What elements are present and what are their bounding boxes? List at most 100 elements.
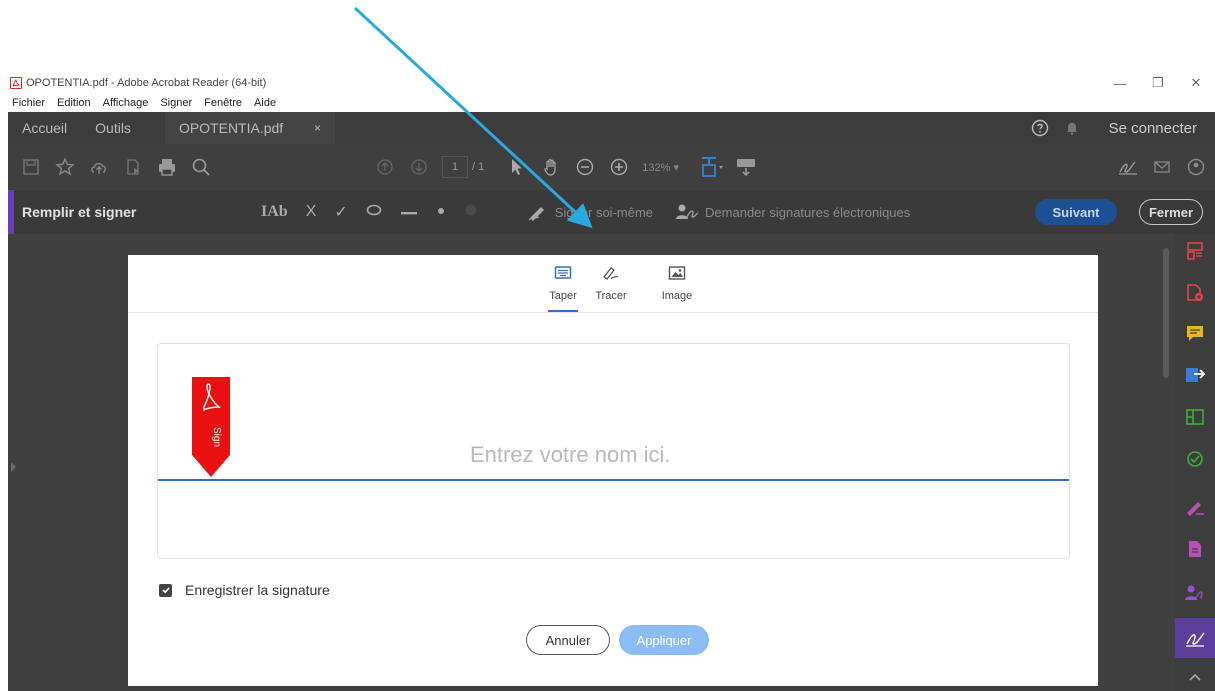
collapse-panel-chevron-icon[interactable] xyxy=(1182,664,1208,690)
menu-edit[interactable]: Edition xyxy=(57,97,91,109)
sign-in-link[interactable]: Se connecter xyxy=(1109,120,1197,137)
title-bar: OPOTENTIA.pdf - Adobe Acrobat Reader (64… xyxy=(8,72,1215,94)
next-page-icon[interactable] xyxy=(402,150,436,184)
menu-help[interactable]: Aide xyxy=(254,97,276,109)
signature-input-area[interactable]: Sign Entrez votre nom ici. xyxy=(157,343,1070,559)
tab-document[interactable]: OPOTENTIA.pdf × xyxy=(164,112,335,144)
acrobat-app-icon xyxy=(10,77,22,89)
dot-tool-icon[interactable] xyxy=(436,203,446,221)
menu-file[interactable]: Fichier xyxy=(12,97,45,109)
window-controls: — ❐ ✕ xyxy=(1101,72,1215,94)
signature-dialog: Taper Tracer Image Sign Entrez votre nom… xyxy=(128,255,1098,686)
print-icon[interactable] xyxy=(150,150,184,184)
zoom-level-select[interactable]: 132% ▾ xyxy=(642,161,679,174)
minimize-button[interactable]: — xyxy=(1101,72,1139,94)
sign-ribbon-icon: Sign xyxy=(192,377,230,477)
line-tool-icon[interactable] xyxy=(400,203,418,221)
tab-image[interactable]: Image xyxy=(647,265,707,302)
keyboard-scroll-icon[interactable] xyxy=(729,150,763,184)
close-button[interactable]: Fermer xyxy=(1139,199,1203,225)
user-account-icon[interactable] xyxy=(1179,150,1213,184)
left-panel-expand-icon[interactable] xyxy=(11,462,16,472)
cloud-upload-icon[interactable] xyxy=(82,150,116,184)
image-icon xyxy=(668,266,686,280)
email-icon[interactable] xyxy=(1145,150,1179,184)
menu-bar: Fichier Edition Affichage Signer Fenêtre… xyxy=(8,94,1215,111)
select-cursor-icon[interactable] xyxy=(500,150,534,184)
zoom-in-icon[interactable] xyxy=(602,150,636,184)
ribbon-sign-text: Sign xyxy=(211,427,222,447)
signature-mode-tabs: Taper Tracer Image xyxy=(128,255,1098,313)
help-icon[interactable] xyxy=(1029,117,1051,139)
protect-document-icon[interactable] xyxy=(1182,536,1208,562)
save-signature-label: Enregistrer la signature xyxy=(185,582,330,598)
edit-pdf-icon[interactable] xyxy=(1182,404,1208,430)
tab-draw-label: Tracer xyxy=(595,290,627,302)
close-window-button[interactable]: ✕ xyxy=(1177,72,1215,94)
share-file-icon[interactable] xyxy=(116,150,150,184)
next-button[interactable]: Suivant xyxy=(1035,199,1117,225)
create-pdf-icon[interactable] xyxy=(1182,280,1208,306)
color-swatch-icon[interactable] xyxy=(464,203,478,222)
request-signature-panel-icon[interactable] xyxy=(1182,580,1208,606)
tab-close-icon[interactable]: × xyxy=(314,121,321,135)
tab-document-label: OPOTENTIA.pdf xyxy=(178,120,284,136)
check-mark-tool[interactable]: ✓ xyxy=(334,202,347,222)
add-text-tool[interactable]: IAb xyxy=(261,203,288,221)
right-tools-panel xyxy=(1175,234,1215,691)
request-signatures-button[interactable]: Demander signatures électroniques xyxy=(675,202,910,222)
zoom-level-value: 132% xyxy=(642,161,671,174)
signature-baseline xyxy=(158,479,1069,481)
tab-home[interactable]: Accueil xyxy=(8,112,81,144)
cancel-button[interactable]: Annuler xyxy=(526,625,610,655)
send-track-icon[interactable] xyxy=(1182,446,1208,472)
tab-bar: Accueil Outils OPOTENTIA.pdf × Se connec… xyxy=(8,112,1215,144)
save-signature-checkbox[interactable] xyxy=(159,583,172,597)
fill-sign-tool-icon[interactable] xyxy=(1111,150,1145,184)
window-title: OPOTENTIA.pdf - Adobe Acrobat Reader (64… xyxy=(26,77,267,89)
fill-sign-active-icon[interactable] xyxy=(1175,618,1215,658)
main-toolbar: 1 / 1 132% ▾ xyxy=(8,144,1215,190)
organize-pages-icon[interactable] xyxy=(1182,238,1208,264)
active-tab-indicator xyxy=(548,310,578,312)
sign-self-button[interactable]: Signer soi-même xyxy=(527,202,653,222)
request-signature-icon xyxy=(676,204,699,219)
tab-draw[interactable]: Tracer xyxy=(581,265,641,302)
hand-tool-icon[interactable] xyxy=(534,150,568,184)
cross-mark-tool[interactable]: X xyxy=(306,203,317,221)
save-signature-row: Enregistrer la signature xyxy=(159,582,330,598)
request-signatures-label: Demander signatures électroniques xyxy=(705,204,911,220)
page-number-input[interactable]: 1 xyxy=(442,156,468,178)
keyboard-icon xyxy=(554,266,572,279)
sign-self-label: Signer soi-même xyxy=(554,204,654,220)
menu-view[interactable]: Affichage xyxy=(103,97,149,109)
bookmark-star-icon[interactable] xyxy=(48,150,82,184)
save-icon[interactable] xyxy=(14,150,48,184)
search-zoom-icon[interactable] xyxy=(184,150,218,184)
fill-sign-label: Remplir et signer xyxy=(22,204,137,220)
fill-sign-panel-icon[interactable] xyxy=(1182,494,1208,520)
tab-bar-right: Se connecter xyxy=(1019,112,1215,144)
page-total: / 1 xyxy=(472,161,485,173)
fill-sign-bar: Remplir et signer IAb X ✓ Signer soi-mêm… xyxy=(8,190,1215,234)
notification-bell-icon[interactable] xyxy=(1061,117,1083,139)
vertical-scrollbar[interactable] xyxy=(1163,248,1169,378)
screenshot-root: OPOTENTIA.pdf - Adobe Acrobat Reader (64… xyxy=(0,0,1215,691)
fill-tools-group: IAb X ✓ xyxy=(252,202,487,222)
checkmark-icon xyxy=(161,587,170,594)
sign-pen-icon xyxy=(528,207,544,221)
page-fit-icon[interactable] xyxy=(695,150,729,184)
pen-icon xyxy=(603,267,619,280)
comment-icon[interactable] xyxy=(1182,320,1208,346)
page-navigator: 1 / 1 xyxy=(442,156,484,178)
menu-window[interactable]: Fenêtre xyxy=(204,97,242,109)
restore-button[interactable]: ❐ xyxy=(1139,72,1177,94)
menu-sign[interactable]: Signer xyxy=(160,97,192,109)
tab-tools[interactable]: Outils xyxy=(81,112,145,144)
apply-button[interactable]: Appliquer xyxy=(619,625,709,655)
circle-tool-icon[interactable] xyxy=(366,203,382,221)
tab-image-label: Image xyxy=(661,290,693,302)
zoom-out-icon[interactable] xyxy=(568,150,602,184)
export-pdf-icon[interactable] xyxy=(1182,362,1208,388)
previous-page-icon[interactable] xyxy=(368,150,402,184)
